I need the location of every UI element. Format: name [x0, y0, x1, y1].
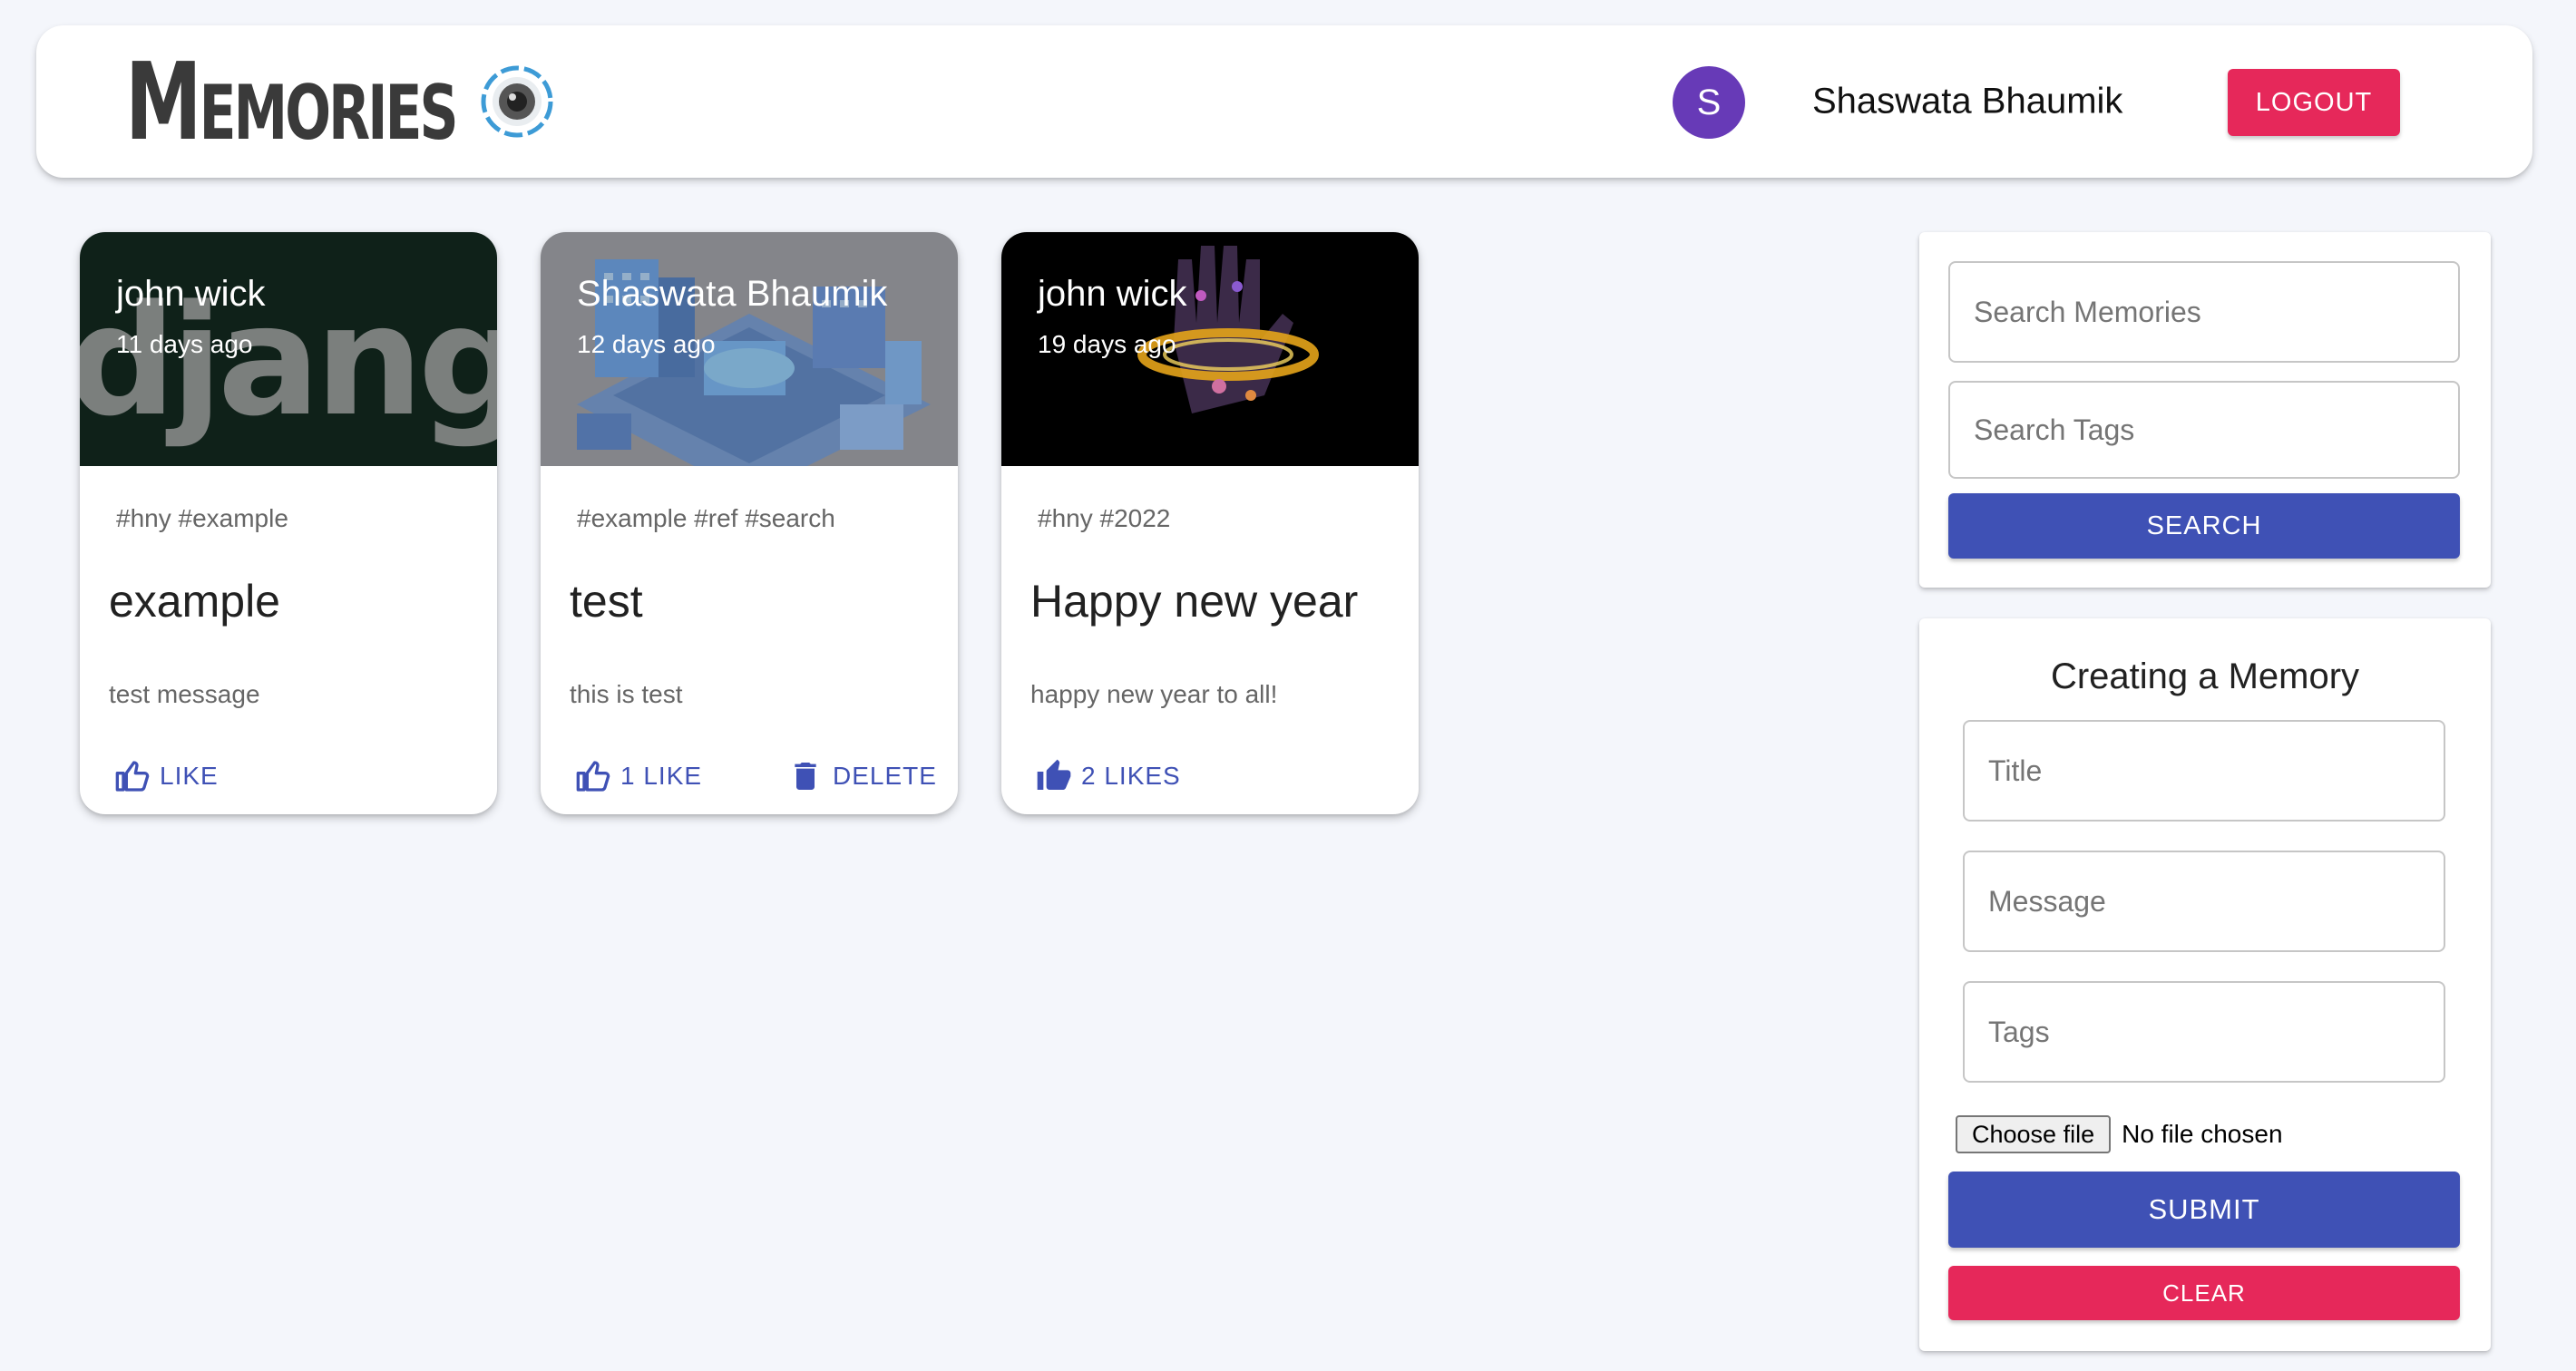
- post-card: Shaswata Bhaumik 12 days ago #example #r…: [541, 232, 958, 814]
- post-time: 11 days ago: [116, 330, 253, 358]
- submit-button[interactable]: SUBMIT: [1948, 1172, 2460, 1248]
- create-memory-form: Creating a Memory Choose file No file ch…: [1919, 618, 2491, 1351]
- post-message: happy new year to all!: [1030, 680, 1278, 708]
- tags-input[interactable]: [1963, 981, 2445, 1083]
- post-time: 12 days ago: [577, 330, 716, 358]
- like-label: LIKE: [160, 762, 219, 790]
- delete-label: DELETE: [833, 762, 937, 790]
- post-tags: #hny #example: [116, 504, 288, 532]
- app-bar: Memories S Shaswata Bhaumik LOGOUT: [36, 25, 2532, 178]
- post-image: john wick 19 days ago: [1001, 232, 1419, 466]
- post-tags: #example #ref #search: [577, 504, 835, 532]
- post-author: john wick: [1038, 274, 1187, 314]
- post-tags: #hny #2022: [1038, 504, 1171, 532]
- thumb-up-outline-icon: [576, 761, 610, 792]
- search-panel: SEARCH: [1919, 232, 2491, 588]
- choose-file-button[interactable]: Choose file: [1956, 1115, 2112, 1153]
- search-button[interactable]: SEARCH: [1948, 493, 2460, 559]
- like-button[interactable]: LIKE: [114, 751, 219, 802]
- post-title: Happy new year: [1030, 576, 1359, 627]
- post-message: test message: [109, 680, 260, 708]
- post-image: Shaswata Bhaumik 12 days ago: [541, 232, 958, 466]
- title-input[interactable]: [1963, 720, 2445, 822]
- post-card: john wick 19 days ago #hny #2022 Happy n…: [1001, 232, 1419, 814]
- like-label: 2 LIKES: [1081, 762, 1181, 790]
- thumb-up-outline-icon: [115, 761, 150, 792]
- file-input: Choose file No file chosen: [1956, 1115, 2283, 1153]
- avatar[interactable]: S: [1673, 66, 1745, 139]
- message-input[interactable]: [1963, 851, 2445, 952]
- like-button[interactable]: 2 LIKES: [1036, 751, 1181, 802]
- post-card: django john wick 11 days ago #hny #examp…: [80, 232, 497, 814]
- logout-button[interactable]: LOGOUT: [2228, 69, 2400, 136]
- post-author: john wick: [116, 274, 266, 314]
- delete-button[interactable]: DELETE: [787, 751, 937, 802]
- file-status: No file chosen: [2122, 1120, 2283, 1148]
- post-title: test: [570, 576, 643, 627]
- search-memories-input[interactable]: [1948, 261, 2460, 363]
- camera-lens-icon: [481, 65, 553, 138]
- post-image: django john wick 11 days ago: [80, 232, 497, 466]
- clear-button[interactable]: CLEAR: [1948, 1266, 2460, 1320]
- form-heading: Creating a Memory: [2050, 656, 2360, 696]
- brand-title: Memories: [125, 39, 459, 164]
- post-title: example: [109, 576, 280, 627]
- like-label: 1 LIKE: [620, 762, 703, 790]
- like-button[interactable]: 1 LIKE: [575, 751, 702, 802]
- thumb-up-filled-icon: [1037, 759, 1071, 790]
- brand[interactable]: Memories: [125, 44, 555, 160]
- post-author: Shaswata Bhaumik: [577, 274, 888, 314]
- post-time: 19 days ago: [1038, 330, 1176, 358]
- user-name: Shaswata Bhaumik: [1812, 81, 2123, 122]
- post-message: this is test: [570, 680, 683, 708]
- search-tags-input[interactable]: [1948, 381, 2460, 479]
- trash-icon: [795, 763, 816, 790]
